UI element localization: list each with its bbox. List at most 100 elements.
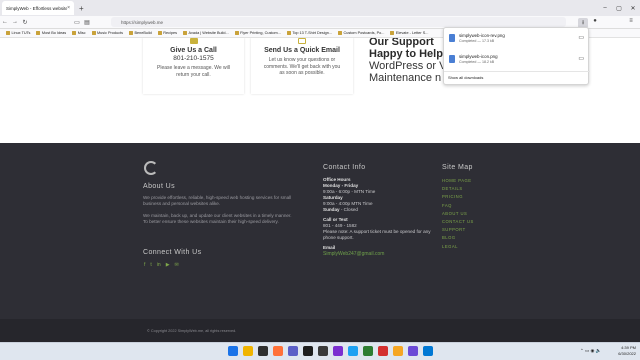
download-filename: simplyweb-icon.png [459,54,498,59]
window-controls: – ▢ ✕ [598,0,640,16]
taskbar-app-icon[interactable] [258,346,268,356]
taskbar-app-icon[interactable] [408,346,418,356]
bookmark-item[interactable]: Linux TUTs [6,31,31,35]
bookmark-item[interactable]: Custom Postcards, Po... [338,31,384,35]
taskbar-app-icon[interactable] [288,346,298,356]
connect-title: Connect With Us [143,249,202,256]
twitter-icon[interactable]: t [150,262,151,268]
footer-bottom-bar: © Copyright 2022 SimplyWeb.me, all right… [0,319,640,342]
back-icon[interactable]: ← [0,19,10,25]
sitemap-link[interactable]: HOME PAGE [442,178,474,183]
card-text: Please leave a message. We will return y… [157,65,230,78]
copyright-text: © Copyright 2022 SimplyWeb.me, all right… [147,329,237,333]
close-window-button[interactable]: ✕ [626,5,640,12]
bookmark-item[interactable]: Flyer Printing, Custom... [235,31,281,35]
card-text: Let us know your questions or comments. … [263,57,341,76]
taskbar-app-icon[interactable] [243,346,253,356]
tab-bar: SimplyWeb - Effortless website ma × + – … [0,0,640,16]
download-filename: simplyweb-icon-rev.png [459,33,505,38]
taskbar-app-icon[interactable] [333,346,343,356]
menu-icon[interactable]: ≡ [626,18,636,24]
sitemap-link[interactable]: FAQ [442,203,474,208]
hero-line: Our Support [369,38,434,48]
sitemap-link[interactable]: LEGAL [442,244,474,249]
about-text-1: We provide effortless, reliable, high-sp… [143,195,292,206]
phone-number: 801-210-1575 [173,55,214,62]
bookmark-item[interactable]: BeneBuild [129,31,151,35]
minimize-button[interactable]: – [598,5,612,11]
card-title: Give Us a Call [170,47,217,54]
bookmark-item[interactable]: Elevate - Letter S... [390,31,429,35]
phone-icon [189,38,198,44]
download-item[interactable]: simplyweb-icon.png Completed — 18.2 kB ▭ [444,52,590,70]
clock[interactable]: 4:39 PM 6/30/2022 [618,345,636,356]
address-bar[interactable]: https://simplyweb.me [111,17,566,27]
url-text: https://simplyweb.me [121,19,164,25]
close-tab-icon[interactable]: × [67,5,70,11]
downloads-panel: simplyweb-icon-rev.png Completed — 17.3 … [443,27,590,85]
sitemap-link[interactable]: CONTACT US [442,219,474,224]
new-tab-button[interactable]: + [79,4,84,13]
taskbar-app-icon[interactable] [378,346,388,356]
site-footer: About Us We provide effortless, reliable… [0,143,640,319]
facebook-icon[interactable]: f [144,262,145,268]
support-heading: Our Support Happy to Help WordPress or V… [369,38,446,84]
sitemap-link[interactable]: SUPPORT [442,227,474,232]
system-tray-icons[interactable]: ⌃ ▭ ◉ 🔈 [580,348,601,354]
taskbar-app-icon[interactable] [363,346,373,356]
taskbar-app-icon[interactable] [303,346,313,356]
maximize-button[interactable]: ▢ [612,5,626,12]
sunday-label: Sunday [323,207,340,212]
sitemap-link[interactable]: BLOG [442,235,474,240]
sitemap-title: Site Map [442,164,473,171]
weekday-label: Monday - Friday [323,183,359,188]
account-icon[interactable]: ● [590,18,600,24]
hero-line: Happy to Help [369,48,443,60]
forward-icon[interactable]: → [10,19,20,25]
support-note: Please note: A support ticket must be op… [323,229,431,240]
hero-line: Maintenance n [369,72,442,84]
email-link[interactable]: SimplyWeb247@gmail.com [323,251,433,257]
sunday-hours: - Closed [340,207,358,212]
email-icon[interactable]: ✉ [175,262,179,268]
taskbar-app-icon[interactable] [348,346,358,356]
about-title: About Us [143,183,175,190]
clock-time: 4:39 PM [621,345,636,350]
open-folder-icon[interactable]: ▭ [578,55,584,62]
taskbar-app-icon[interactable] [393,346,403,356]
sitemap-link[interactable]: ABOUT US [442,211,474,216]
image-file-icon [449,55,455,63]
taskbar-app-icon[interactable] [423,346,433,356]
hero-line: WordPress or V [369,60,447,72]
bookmark-item[interactable]: Recipes [158,31,177,35]
sitemap-link[interactable]: PRICING [442,194,474,199]
window-icon[interactable]: ▤ [82,19,92,26]
linkedin-icon[interactable]: in [157,262,161,268]
taskbar-app-icon[interactable] [318,346,328,356]
youtube-icon[interactable]: ▶ [166,262,170,268]
reload-icon[interactable]: ↻ [20,19,30,26]
taskbar-app-icon[interactable] [273,346,283,356]
clock-date: 6/30/2022 [618,350,636,356]
simplyweb-logo-icon [144,161,158,175]
bookmark-item[interactable]: Top 13 T-Shirt Design... [287,31,332,35]
contact-info: Office Hours Monday - Friday 9:00a - 6:0… [323,177,433,257]
show-all-downloads-link[interactable]: Show all downloads [448,75,483,80]
saturday-label: Saturday [323,195,343,200]
taskbar-icons [228,346,433,356]
contact-title: Contact Info [323,164,366,171]
download-item[interactable]: simplyweb-icon-rev.png Completed — 17.3 … [444,31,590,49]
bookmark-item[interactable]: Avada | Website Build... [183,31,229,35]
start-menu-icon[interactable] [228,346,238,356]
bookmark-item[interactable]: Misc [72,31,86,35]
sitemap-link[interactable]: DETAILS [442,186,474,191]
open-folder-icon[interactable]: ▭ [578,34,584,41]
browser-tab[interactable]: SimplyWeb - Effortless website ma × [2,1,74,15]
bookmark-item[interactable]: Most Bo Ideas [36,31,66,35]
download-status: Completed — 18.2 kB [459,60,495,64]
folder-icon[interactable]: ▭ [72,19,82,26]
image-file-icon [449,34,455,42]
download-status: Completed — 17.3 kB [459,39,495,43]
social-links: f t in ▶ ✉ [144,262,179,268]
bookmark-item[interactable]: Music Products [92,31,123,35]
